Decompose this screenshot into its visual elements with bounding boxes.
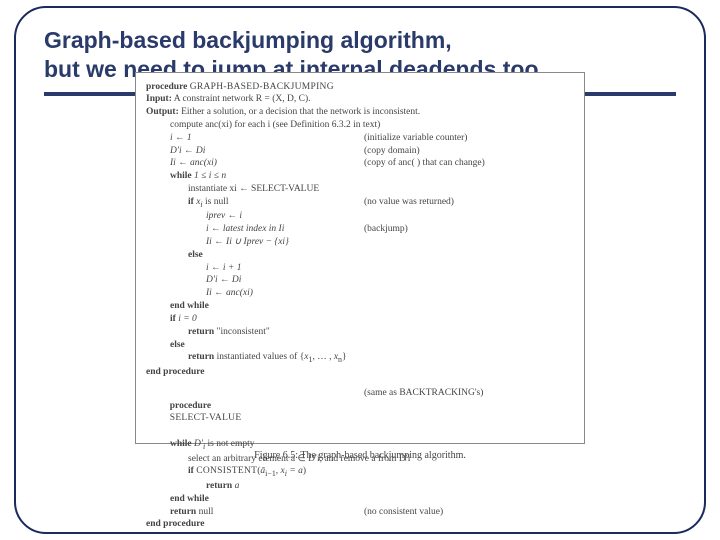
algo-line: Ii ← anc(xi) [170,157,364,170]
while-kw: while [170,171,192,181]
algo-line: instantiate xi ← SELECT-VALUE [146,183,574,196]
algorithm-box: procedure GRAPH-BASED-BACKJUMPING Input:… [135,72,585,444]
algo-line: i ← 1 [170,132,364,145]
algo-line: select an arbitrary element a ∈ D′i, and… [146,453,574,466]
proc2-header: procedure SELECT-VALUE (same as BACKTRAC… [146,387,574,438]
proc-keyword: procedure [170,401,211,411]
algo-comment: (initialize variable counter) [364,132,574,145]
input-line: Input: A constraint network R = (X, D, C… [146,93,574,106]
algo-line: if i = 0 [146,313,574,326]
proc2-name: SELECT-VALUE [170,413,242,423]
algo-line: if xi is null [188,196,364,211]
proc1-header: procedure GRAPH-BASED-BACKJUMPING [146,81,574,94]
endwhile-kw: end while [146,300,574,313]
algo-comment: (no value was returned) [364,196,574,211]
algorithm-container: procedure GRAPH-BASED-BACKJUMPING Input:… [44,102,676,444]
input-label: Input: [146,94,172,104]
cond: 1 ≤ i ≤ n [194,171,226,181]
title-line1: Graph-based backjumping algorithm, [44,27,452,53]
algo-line: Ii ← Ii ∪ Iprev − {xi} [146,236,574,249]
endproc-kw: end procedure [146,518,574,531]
proc1-name: GRAPH-BASED-BACKJUMPING [190,82,334,92]
algo-line: return a [146,480,574,493]
algo-line: D′i ← Di [146,274,574,287]
algo-comment: (backjump) [364,223,574,236]
algo-line: iprev ← i [146,210,574,223]
endwhile-kw: end while [146,493,574,506]
proc2-note: (same as BACKTRACKING's) [364,387,574,438]
algo-line: return instantiated values of {x1, … , x… [146,351,574,366]
l6: instantiate xi ← SELECT-VALUE [188,184,319,194]
output-line: Output: Either a solution, or a decision… [146,106,574,119]
output-label: Output: [146,107,179,117]
algo-comment: (copy of anc( ) that can change) [364,157,574,170]
algo-line: Ii ← anc(xi) [146,287,574,300]
algo-line: if CONSISTENT(āi−1, xi = a) [146,465,574,480]
algo-line: i ← latest index in Ii [206,223,364,236]
spacer [146,379,574,387]
output-text: Either a solution, or a decision that th… [181,107,420,117]
else-kw: else [146,339,574,352]
else-kw: else [146,249,574,262]
endproc-kw: end procedure [146,366,574,379]
slide-frame: Graph-based backjumping algorithm, but w… [14,6,706,534]
proc-keyword: procedure [146,82,187,92]
algo-line: compute anc(xi) for each i (see Definiti… [146,119,574,132]
algo-comment: (no consistent value) [364,506,574,519]
input-text: A constraint network R = (X, D, C). [174,94,311,104]
algo-line: while D′i is not empty [146,438,574,453]
algo-line: return null [170,506,364,519]
algo-line: return "inconsistent" [146,326,574,339]
algo-line: i ← i + 1 [146,262,574,275]
algo-line: D′i ← Di [170,145,364,158]
algo-comment: (copy domain) [364,145,574,158]
